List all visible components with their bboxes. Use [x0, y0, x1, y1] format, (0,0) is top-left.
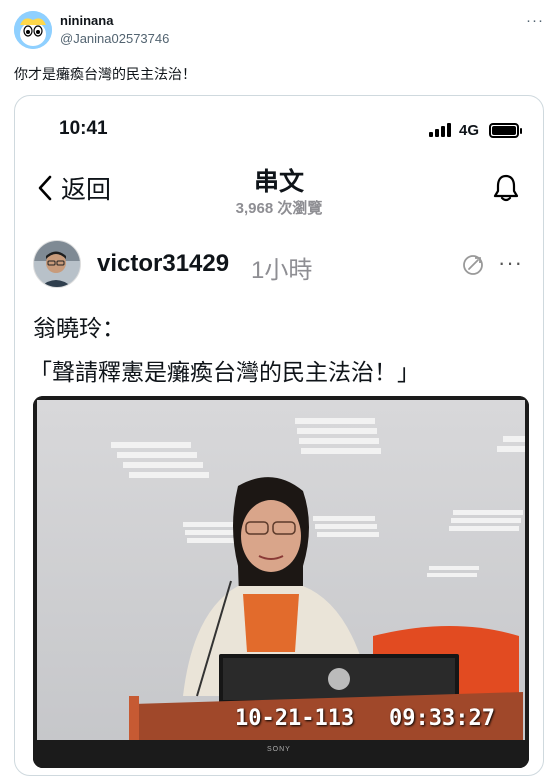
post-username[interactable]: victor31429 — [97, 250, 229, 278]
author-handle[interactable]: @Janina02573746 — [60, 31, 169, 46]
post-avatar[interactable] — [33, 240, 81, 288]
time-overlay: 09:33:27 — [389, 706, 495, 731]
more-options-button[interactable]: ··· — [526, 12, 544, 29]
bell-icon[interactable] — [491, 173, 521, 203]
translate-icon[interactable] — [461, 253, 485, 277]
battery-icon — [489, 122, 522, 138]
author-name[interactable]: nininana — [60, 13, 113, 28]
signal-icon — [428, 123, 451, 137]
post-text-line1: 翁曉玲： — [33, 315, 125, 341]
status-time: 10:41 — [59, 118, 108, 139]
page-title: 串文 — [253, 168, 304, 196]
tweet-media-image[interactable]: 10:41 4G 返回 串文 3,968 次瀏覽 victor31429 1小時 — [14, 95, 544, 776]
view-count: 3,968 次瀏覽 — [235, 200, 323, 217]
author-avatar[interactable] — [14, 11, 52, 49]
post-more-button[interactable]: ··· — [498, 250, 523, 276]
network-label: 4G — [458, 121, 479, 139]
post-photo[interactable]: 10-21-113 09:33:27 SONY — [33, 396, 529, 768]
tweet-text: 你才是癱瘓台灣的民主法治！ — [14, 66, 196, 82]
date-overlay: 10-21-113 — [235, 706, 355, 731]
post-text-line2: 「聲請釋憲是癱瘓台灣的民主法治！」 — [29, 359, 420, 385]
status-icons: 4G — [428, 120, 522, 140]
post-time: 1小時 — [251, 257, 313, 284]
tv-brand-logo: SONY — [267, 746, 291, 753]
tweet-header: nininana @Janina02573746 ··· — [12, 8, 544, 52]
